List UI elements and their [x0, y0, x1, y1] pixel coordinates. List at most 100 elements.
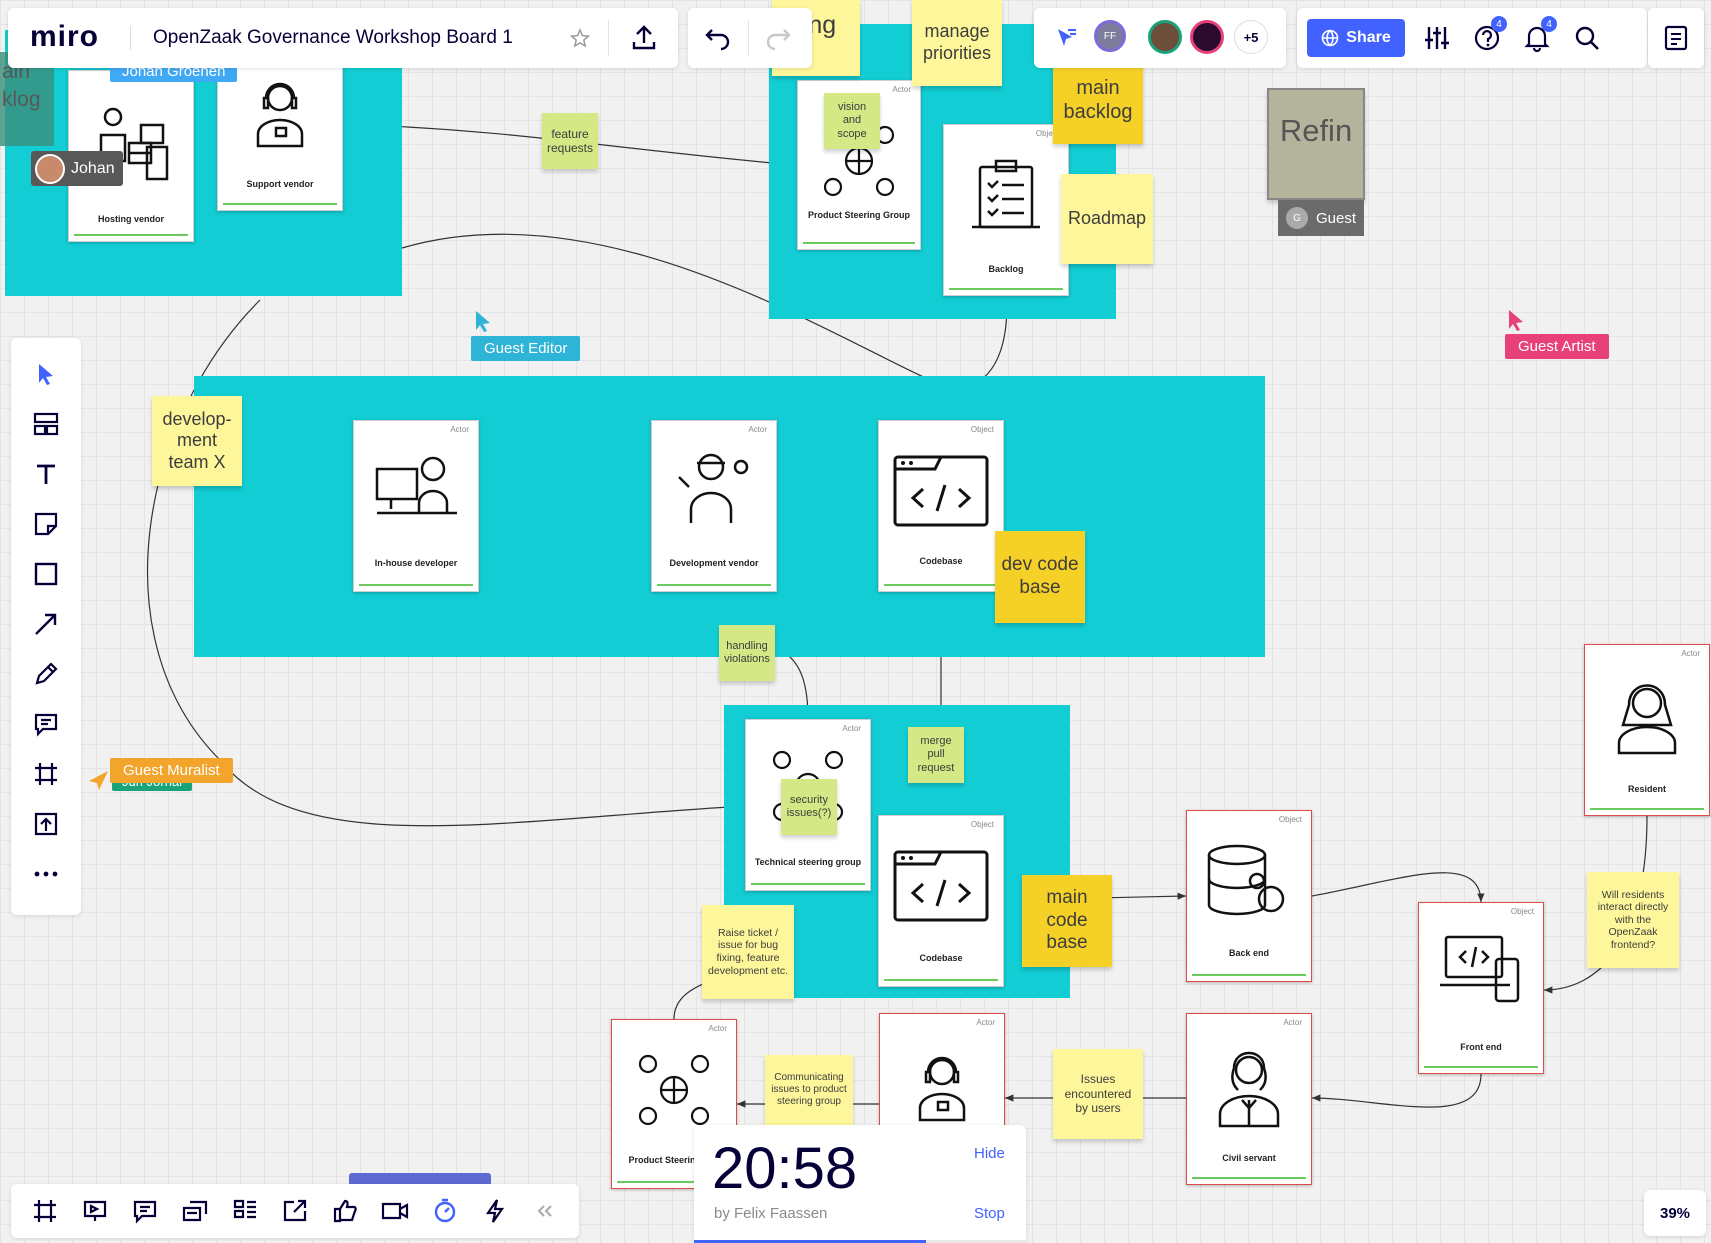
pen-icon: [35, 662, 58, 685]
sticky-main-backlog[interactable]: main backlog: [1053, 56, 1143, 144]
templates-tool[interactable]: [28, 406, 64, 442]
conn-frontend-to-civil[interactable]: [1311, 1073, 1482, 1108]
card-title: In-house developer: [374, 558, 458, 568]
card-codebase-dev[interactable]: Object Codebase: [878, 420, 1004, 592]
sticky-refin[interactable]: Refin: [1267, 88, 1365, 200]
pen-tool[interactable]: [28, 656, 64, 692]
video-button[interactable]: [375, 1191, 415, 1231]
help-badge: 4: [1491, 16, 1507, 32]
shape-tool[interactable]: [28, 556, 64, 592]
settings-sliders-icon[interactable]: [1423, 24, 1451, 52]
sticky-communicating-issues[interactable]: Communicating issues to product steering…: [765, 1055, 853, 1125]
lightning-button[interactable]: [475, 1191, 515, 1231]
voting-button[interactable]: [325, 1191, 365, 1231]
card-kind: Actor: [976, 1018, 995, 1027]
card-kind: Object: [970, 820, 994, 829]
sticky-merge-pull-request[interactable]: merge pull request: [908, 727, 964, 783]
more-tools[interactable]: [28, 856, 64, 892]
civil-servant-icon: [1218, 1051, 1280, 1128]
sticky-roadmap[interactable]: Roadmap: [1061, 174, 1153, 264]
select-tool[interactable]: [28, 356, 64, 392]
sticky-residents-question[interactable]: Will residents interact directly with th…: [1587, 872, 1679, 968]
timer-hide-button[interactable]: Hide: [974, 1145, 1005, 1162]
sticky-note-tool[interactable]: [28, 506, 64, 542]
card-kind: Actor: [708, 1024, 727, 1033]
avatar: G: [1286, 207, 1308, 229]
sticky-raise-ticket[interactable]: Raise ticket / issue for bug fixing, fea…: [702, 905, 794, 999]
notes-list-icon[interactable]: [1662, 24, 1690, 52]
collaborator-guest: G Guest: [1278, 200, 1364, 236]
timer-owner: by Felix Faassen: [714, 1205, 828, 1222]
kanban-button[interactable]: [225, 1191, 265, 1231]
sticky-manage-priorities[interactable]: manage priorities: [912, 0, 1002, 86]
text-tool[interactable]: [28, 456, 64, 492]
arrow-icon: [35, 613, 57, 635]
card-back-end[interactable]: Object Back end: [1186, 810, 1312, 982]
search-icon[interactable]: [1573, 24, 1601, 52]
support-agent-icon: [918, 1056, 966, 1122]
divider: [130, 26, 131, 50]
support-agent-icon: [256, 82, 304, 148]
sticky-issues-encountered[interactable]: Issues encountered by users: [1053, 1049, 1143, 1139]
timer-button[interactable]: [425, 1191, 465, 1231]
cursor-arrow-icon: [1509, 310, 1523, 331]
sticky-development-team[interactable]: develop-ment team X: [152, 396, 242, 486]
conn-backend-to-frontend[interactable]: [1311, 872, 1485, 903]
card-support-vendor[interactable]: Support vendor: [217, 63, 343, 211]
sticky-handling-violations[interactable]: handling violations: [719, 625, 775, 681]
timer-icon: [434, 1198, 456, 1223]
avatar: [35, 153, 65, 184]
card-title: Support vendor: [246, 179, 314, 189]
card-inhouse-developer[interactable]: Actor In-house developer: [353, 420, 479, 592]
upload-icon[interactable]: [630, 24, 658, 52]
divider: [748, 20, 749, 56]
follow-cursor-icon[interactable]: [1054, 26, 1078, 50]
share-screen-button[interactable]: [275, 1191, 315, 1231]
avatar-user[interactable]: [1148, 20, 1182, 54]
card-resident[interactable]: Actor Resident: [1584, 644, 1710, 816]
comment-tool[interactable]: [28, 706, 64, 742]
card-title: Front end: [1460, 1042, 1502, 1052]
upload-tool[interactable]: [28, 806, 64, 842]
board-header: miro OpenZaak Governance Workshop Board …: [8, 8, 678, 68]
sticky-dev-code-base[interactable]: dev code base: [995, 531, 1085, 623]
undo-icon[interactable]: [704, 24, 732, 52]
comments-button[interactable]: [125, 1191, 165, 1231]
notification-badge: 4: [1541, 16, 1557, 32]
card-kind: Object: [1510, 907, 1534, 916]
sticky-main-code-base[interactable]: main code base: [1022, 875, 1112, 967]
card-civil-servant[interactable]: Actor Civil servant: [1186, 1013, 1312, 1185]
board-title[interactable]: OpenZaak Governance Workshop Board 1: [153, 27, 513, 49]
database-gears-icon: [1207, 844, 1285, 916]
card-codebase-main[interactable]: Object Codebase: [878, 815, 1004, 987]
lightning-icon: [485, 1199, 505, 1223]
card-front-end[interactable]: Object Front end: [1418, 902, 1544, 1074]
miro-logo[interactable]: miro: [30, 20, 99, 54]
zoom-control[interactable]: 39%: [1644, 1190, 1706, 1236]
avatar-ff[interactable]: FF: [1094, 20, 1126, 52]
kanban-icon: [233, 1199, 256, 1219]
cards-button[interactable]: [175, 1191, 215, 1231]
sticky-vision-scope[interactable]: vision and scope: [824, 93, 880, 149]
globe-icon: [1321, 29, 1339, 47]
sticky-security-issues[interactable]: security issues(?): [781, 779, 837, 835]
card-development-vendor[interactable]: Actor Development vendor: [651, 420, 777, 592]
connection-line-tool[interactable]: [28, 606, 64, 642]
presentation-button[interactable]: [75, 1191, 115, 1231]
share-button[interactable]: Share: [1307, 19, 1405, 57]
frames-button[interactable]: [25, 1191, 65, 1231]
sticky-feature-requests[interactable]: feature requests: [542, 113, 598, 169]
more-collaborators-button[interactable]: +5: [1234, 20, 1268, 54]
more-icon: [34, 871, 58, 877]
timer-stop-button[interactable]: Stop: [974, 1205, 1005, 1222]
engineer-tools-icon: [678, 453, 749, 523]
card-title: Codebase: [919, 953, 963, 963]
star-icon[interactable]: [570, 28, 590, 48]
frame-tool[interactable]: [28, 756, 64, 792]
avatar-user-2[interactable]: [1190, 20, 1224, 54]
left-toolbar: [11, 338, 81, 915]
collapse-toolbar-button[interactable]: [525, 1191, 565, 1231]
redo-icon[interactable]: [764, 24, 792, 52]
card-backlog[interactable]: Object Backlog: [943, 124, 1069, 296]
card-title: Resident: [1627, 784, 1666, 794]
